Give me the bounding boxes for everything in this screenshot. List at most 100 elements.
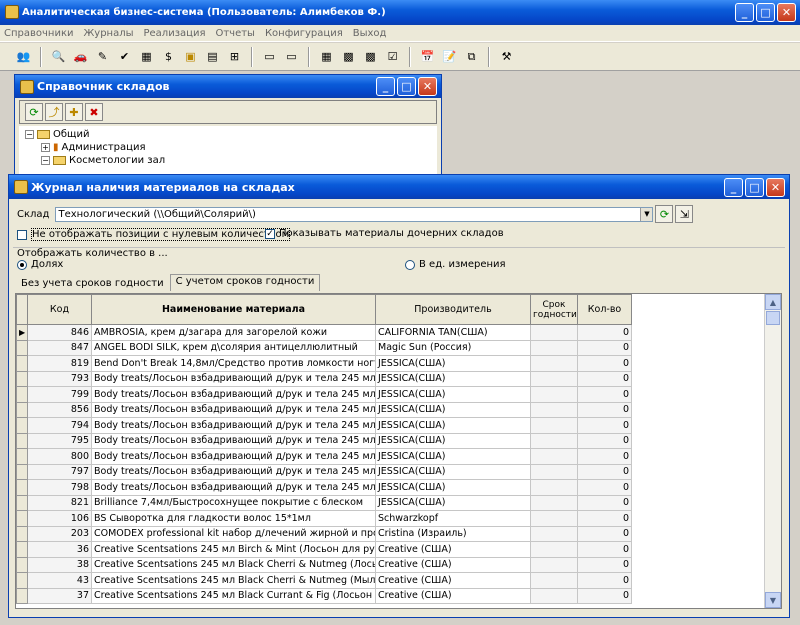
- refresh-icon[interactable]: ⟳: [655, 205, 674, 223]
- table-row[interactable]: 106 BS Сыворотка для гладкости волос 15*1…: [16, 510, 632, 527]
- table-row[interactable]: 793 Body treats/Лосьон взбадривающий д/ру…: [16, 370, 632, 387]
- cell-code[interactable]: 800: [27, 448, 92, 465]
- cell-qty[interactable]: 0: [577, 510, 632, 527]
- cell-code[interactable]: 819: [27, 355, 92, 372]
- window-icon[interactable]: ▭: [260, 47, 279, 66]
- warehouse-select[interactable]: Технологический (\\Общий\Солярий\) ▼: [55, 206, 654, 222]
- tab-without-expiry[interactable]: Без учета сроков годности: [15, 276, 170, 291]
- row-indicator[interactable]: [16, 541, 28, 558]
- cell-maker[interactable]: JESSICA(США): [375, 370, 531, 387]
- table-row[interactable]: 856 Body treats/Лосьон взбадривающий д/ру…: [16, 401, 632, 418]
- cell-qty[interactable]: 0: [577, 463, 632, 480]
- cell-maker[interactable]: Creative (США): [375, 541, 531, 558]
- export-icon[interactable]: ⇲: [675, 205, 694, 223]
- cell-maker[interactable]: JESSICA(США): [375, 463, 531, 480]
- cell-maker[interactable]: JESSICA(США): [375, 448, 531, 465]
- table2-icon[interactable]: ▩: [361, 47, 380, 66]
- cell-qty[interactable]: 0: [577, 525, 632, 542]
- cell-name[interactable]: Brilliance 7,4мл/Быстросохнущее покрытие…: [91, 494, 376, 511]
- scroll-thumb[interactable]: [766, 311, 780, 325]
- cell-qty[interactable]: 0: [577, 417, 632, 434]
- dollar-icon[interactable]: $: [159, 47, 178, 66]
- cell-maker[interactable]: Magic Sun (Россия): [375, 339, 531, 356]
- table-icon[interactable]: ▩: [339, 47, 358, 66]
- cell-qty[interactable]: 0: [577, 355, 632, 372]
- cell-code[interactable]: 38: [27, 556, 92, 573]
- row-indicator[interactable]: [16, 587, 28, 604]
- row-indicator[interactable]: [16, 556, 28, 573]
- column-header-name[interactable]: Наименование материала: [91, 294, 376, 325]
- tree-node[interactable]: − Косметологии зал: [25, 154, 431, 167]
- table-row[interactable]: 847 ANGEL BODI SILK, крем д\солярия антиц…: [16, 339, 632, 356]
- row-indicator[interactable]: [16, 432, 28, 449]
- cell-name[interactable]: Creative Scentsations 245 мл Black Cherr…: [91, 556, 376, 573]
- cell-maker[interactable]: JESSICA(США): [375, 417, 531, 434]
- minimize-button[interactable]: _: [724, 178, 743, 197]
- minimize-button[interactable]: _: [735, 3, 754, 22]
- scroll-down-icon[interactable]: ▼: [765, 592, 781, 608]
- cell-maker[interactable]: JESSICA(США): [375, 479, 531, 496]
- row-indicator[interactable]: [16, 448, 28, 465]
- cell-maker[interactable]: Schwarzkopf: [375, 510, 531, 527]
- cell-qty[interactable]: 0: [577, 494, 632, 511]
- cell-code[interactable]: 856: [27, 401, 92, 418]
- close-button[interactable]: ✕: [418, 77, 437, 96]
- warehouse-window-title-bar[interactable]: Справочник складов _ □ ✕: [15, 75, 441, 98]
- cell-qty[interactable]: 0: [577, 587, 632, 604]
- cell-expiry[interactable]: [530, 541, 578, 558]
- table-row[interactable]: 795 Body treats/Лосьон взбадривающий д/ру…: [16, 432, 632, 449]
- current-row-indicator-icon[interactable]: ▶: [16, 324, 28, 341]
- row-indicator[interactable]: [16, 401, 28, 418]
- cell-expiry[interactable]: [530, 479, 578, 496]
- cell-code[interactable]: 821: [27, 494, 92, 511]
- minimize-button[interactable]: _: [376, 77, 395, 96]
- cell-expiry[interactable]: [530, 417, 578, 434]
- cell-name[interactable]: Body treats/Лосьон взбадривающий д/рук и…: [91, 432, 376, 449]
- cell-code[interactable]: 36: [27, 541, 92, 558]
- cell-maker[interactable]: Creative (США): [375, 556, 531, 573]
- table-row[interactable]: 37 Creative Scentsations 245 мл Black Cur…: [16, 587, 632, 604]
- tree-toggle[interactable]: −: [25, 130, 34, 139]
- shares-radio[interactable]: [17, 259, 27, 270]
- cell-expiry[interactable]: [530, 494, 578, 511]
- cell-maker[interactable]: JESSICA(США): [375, 401, 531, 418]
- cell-name[interactable]: Body treats/Лосьон взбадривающий д/рук и…: [91, 401, 376, 418]
- delete-folder-icon[interactable]: ✖: [85, 103, 103, 121]
- cell-maker[interactable]: JESSICA(США): [375, 355, 531, 372]
- cell-name[interactable]: Body treats/Лосьон взбадривающий д/рук и…: [91, 370, 376, 387]
- pen-icon[interactable]: ✎: [93, 47, 112, 66]
- table-row[interactable]: 800 Body treats/Лосьон взбадривающий д/ру…: [16, 448, 632, 465]
- row-indicator[interactable]: [16, 479, 28, 496]
- window2-icon[interactable]: ▭: [282, 47, 301, 66]
- column-header-expiry[interactable]: Срок годности: [530, 294, 578, 325]
- cell-name[interactable]: Body treats/Лосьон взбадривающий д/рук и…: [91, 386, 376, 403]
- cell-code[interactable]: 795: [27, 432, 92, 449]
- table-row[interactable]: 38 Creative Scentsations 245 мл Black Che…: [16, 556, 632, 573]
- cell-code[interactable]: 797: [27, 463, 92, 480]
- cell-name[interactable]: ANGEL BODI SILK, крем д\солярия антицелл…: [91, 339, 376, 356]
- menu-references[interactable]: Справочники: [4, 28, 74, 39]
- column-header-qty[interactable]: Кол-во: [577, 294, 632, 325]
- row-indicator[interactable]: [16, 525, 28, 542]
- checklist-icon[interactable]: ☑: [383, 47, 402, 66]
- scroll-up-icon[interactable]: ▲: [765, 294, 781, 310]
- column-header-maker[interactable]: Производитель: [375, 294, 531, 325]
- radio-units-row[interactable]: В ед. измерения: [405, 259, 506, 270]
- row-indicator[interactable]: [16, 510, 28, 527]
- tree-node[interactable]: + ▮ Администрация: [25, 141, 431, 154]
- cell-expiry[interactable]: [530, 587, 578, 604]
- table-row[interactable]: 797 Body treats/Лосьон взбадривающий д/ру…: [16, 463, 632, 480]
- cell-name[interactable]: Body treats/Лосьон взбадривающий д/рук и…: [91, 448, 376, 465]
- cell-code[interactable]: 37: [27, 587, 92, 604]
- app-title-bar[interactable]: Аналитическая бизнес-система (Пользовате…: [0, 0, 800, 25]
- table-row[interactable]: 819 Bend Don't Break 14,8мл/Средство прот…: [16, 355, 632, 372]
- cell-code[interactable]: 203: [27, 525, 92, 542]
- close-button[interactable]: ✕: [766, 178, 785, 197]
- cell-expiry[interactable]: [530, 401, 578, 418]
- table-row[interactable]: 799 Body treats/Лосьон взбадривающий д/ру…: [16, 386, 632, 403]
- vertical-scrollbar[interactable]: ▲ ▼: [764, 294, 781, 608]
- cell-maker[interactable]: Creative (США): [375, 587, 531, 604]
- check-icon[interactable]: ✔: [115, 47, 134, 66]
- table-row[interactable]: 43 Creative Scentsations 245 мл Black Che…: [16, 572, 632, 589]
- cell-expiry[interactable]: [530, 324, 578, 341]
